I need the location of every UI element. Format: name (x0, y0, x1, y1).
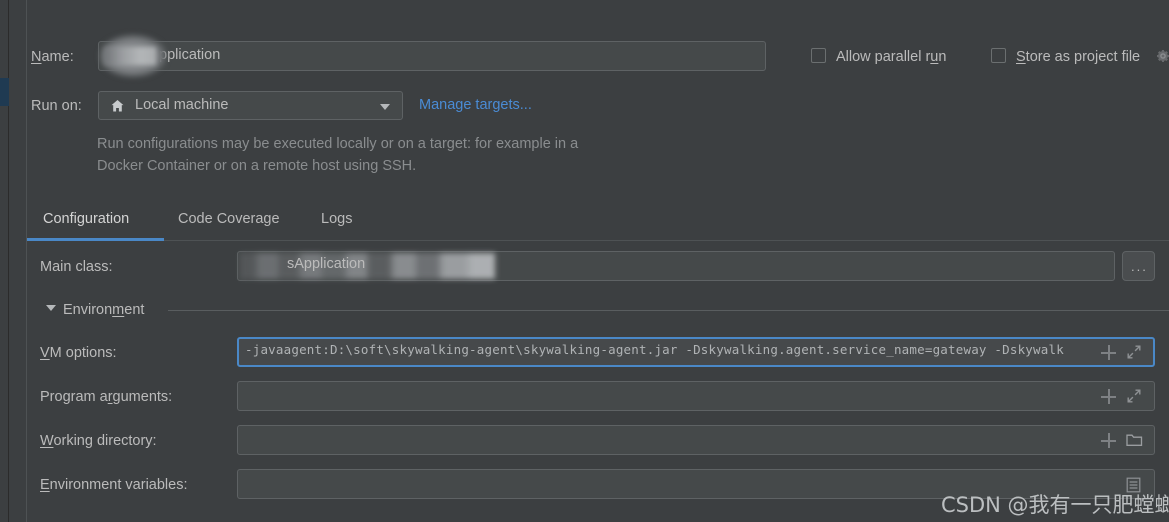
vm-options-expand-icon[interactable] (1126, 344, 1142, 360)
main-class-redaction (240, 253, 495, 279)
environment-variables-mnemonic: E (40, 477, 50, 493)
program-arguments-input[interactable] (237, 381, 1155, 411)
tab-code-coverage[interactable]: Code Coverage (178, 211, 280, 227)
run-on-combobox[interactable]: Local machine (98, 91, 403, 120)
working-directory-folder-icon[interactable] (1126, 433, 1143, 447)
working-directory-text: orking directory: (53, 433, 157, 449)
name-label-mnemonic: N (31, 49, 42, 65)
program-arguments-expand-icon[interactable] (1126, 388, 1142, 404)
vm-options-add-icon[interactable] (1101, 345, 1116, 360)
run-configuration-dialog: Name: pplication Allow parallel run Stor… (0, 0, 1169, 522)
allow-parallel-run-text-b: n (938, 49, 947, 65)
environment-variables-label: Environment variables: (40, 476, 188, 494)
vm-options-value: -javaagent:D:\soft\skywalking-agent\skyw… (245, 342, 1064, 357)
tab-separator (27, 240, 1169, 241)
manage-targets-link[interactable]: Manage targets... (419, 97, 532, 113)
environment-group-mnemonic: m (112, 302, 125, 318)
tab-configuration[interactable]: Configuration (43, 211, 129, 227)
vm-options-text: M options: (49, 345, 117, 361)
environment-group-label: Environment (63, 301, 144, 319)
allow-parallel-run-text-a: Allow parallel r (836, 49, 931, 65)
name-label-rest: ame: (41, 49, 74, 65)
store-as-project-file-mnemonic: S (1016, 49, 1026, 65)
working-directory-add-icon[interactable] (1101, 433, 1116, 448)
store-as-project-file-text: tore as project file (1025, 49, 1141, 65)
working-directory-mnemonic: W (40, 433, 54, 449)
program-arguments-text-b: guments: (112, 389, 173, 405)
name-label: Name: (31, 48, 74, 66)
panel-divider (26, 0, 27, 522)
gear-icon[interactable] (1155, 48, 1169, 64)
chevron-down-icon (380, 104, 390, 110)
main-class-browse-button[interactable]: ... (1122, 251, 1155, 281)
ellipsis-icon: ... (1131, 259, 1148, 274)
environment-variables-text: nvironment variables: (49, 477, 188, 493)
run-on-value: Local machine (135, 97, 229, 113)
program-arguments-add-icon[interactable] (1101, 389, 1116, 404)
main-class-label: Main class: (40, 259, 113, 275)
home-icon (111, 100, 124, 112)
name-input-value: pplication (159, 47, 221, 63)
store-as-project-file-checkbox[interactable] (991, 48, 1006, 63)
main-class-value: sApplication (287, 256, 366, 272)
environment-group-text-b: ent (124, 302, 145, 318)
allow-parallel-run-checkbox[interactable] (811, 48, 826, 63)
run-on-description: Run configurations may be executed local… (97, 136, 579, 174)
watermark: CSDN @我有一只肥螳螂 (941, 493, 1169, 517)
working-directory-input[interactable] (237, 425, 1155, 455)
environment-group-text-a: Environ (63, 302, 113, 318)
program-arguments-text-a: Program a (40, 389, 108, 405)
tab-logs[interactable]: Logs (321, 211, 352, 227)
vm-options-mnemonic: V (40, 345, 50, 361)
environment-separator (168, 310, 1169, 311)
name-redaction-bar (104, 47, 156, 65)
allow-parallel-run-label: Allow parallel run (836, 48, 946, 66)
name-input[interactable]: pplication (98, 41, 766, 71)
vm-options-label: VM options: (40, 344, 117, 362)
run-on-label: Run on: (31, 98, 82, 114)
program-arguments-label: Program arguments: (40, 388, 172, 406)
environment-collapse-triangle[interactable] (46, 305, 56, 311)
tab-active-indicator (27, 238, 164, 241)
tree-selection-indicator (0, 78, 9, 106)
store-as-project-file-label: Store as project file (1016, 48, 1140, 66)
working-directory-label: Working directory: (40, 432, 157, 450)
